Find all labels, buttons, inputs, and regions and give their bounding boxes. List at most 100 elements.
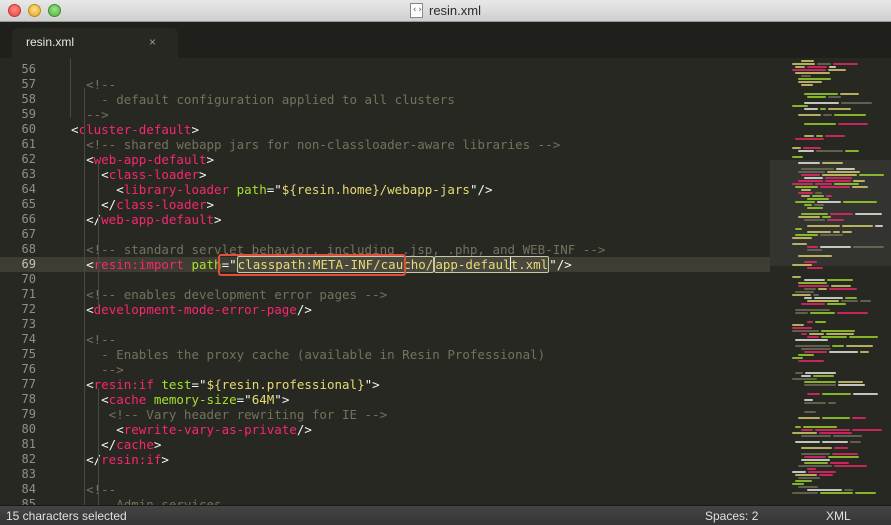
minimap-line [815, 429, 850, 431]
line-number: 71 [21, 287, 36, 301]
code-line[interactable]: <!-- [56, 77, 116, 92]
minimap-line [822, 417, 850, 419]
line-number: 68 [21, 242, 36, 256]
code-line[interactable]: <cluster-default> [56, 122, 199, 137]
minimap-line [804, 288, 816, 290]
minimap-line [849, 336, 878, 338]
minimap-line [860, 300, 871, 302]
code-line[interactable]: --> [56, 362, 124, 377]
code-token: > [206, 152, 215, 167]
minimap-line [798, 81, 822, 83]
minimap-line [827, 279, 853, 281]
code-line[interactable]: </web-app-default> [56, 212, 221, 227]
minimap-line [822, 162, 843, 164]
code-token: memory-size [153, 392, 237, 407]
minimap[interactable] [770, 58, 891, 505]
minimap-line [829, 288, 857, 290]
code-token: =" [191, 377, 207, 392]
code-token: - default configuration applied to all c… [56, 92, 455, 107]
minimap-line [798, 216, 820, 218]
code-line[interactable]: <resin:if test="${resin.professional}"> [56, 377, 380, 392]
minimap-line [801, 168, 834, 170]
line-number: 58 [21, 92, 36, 106]
minimap-line [795, 186, 818, 188]
tab-close-icon[interactable]: × [149, 35, 156, 49]
minimap-line [815, 321, 826, 323]
code-token: test [161, 377, 192, 392]
code-line[interactable]: <!-- enables development error pages --> [56, 287, 387, 302]
minimap-line [804, 402, 826, 404]
minimap-line [825, 135, 845, 137]
minimap-line [827, 303, 846, 305]
code-editor[interactable]: 56 57 <!-- 58 - default configuration appl… [0, 58, 891, 505]
minimap-line [798, 360, 824, 362]
minimap-line [821, 330, 855, 332]
syntax-status[interactable]: XML [826, 509, 851, 523]
minimap-line [807, 96, 826, 98]
code-line[interactable]: </class-loader> [56, 197, 214, 212]
minimap-line [807, 249, 822, 251]
minimap-line [795, 345, 830, 347]
minimap-line [798, 162, 820, 164]
indent-guide [84, 88, 85, 505]
minimap-line [807, 198, 829, 200]
code-token: > [153, 437, 162, 452]
code-token: --> [56, 107, 109, 122]
minimap-line [792, 378, 817, 380]
minimap-line [801, 435, 831, 437]
code-line[interactable]: <!-- shared webapp jars for non-classloa… [56, 137, 560, 152]
code-token: < [56, 422, 124, 437]
minimap-line [845, 297, 857, 299]
code-token: cache [116, 437, 154, 452]
minimap-line [795, 426, 801, 428]
text-cursor [510, 257, 511, 271]
minimap-line [792, 243, 807, 245]
code-line[interactable]: <web-app-default> [56, 152, 214, 167]
code-token: "> [364, 377, 380, 392]
minimap-line [853, 180, 865, 182]
code-token: =" [236, 392, 252, 407]
minimap-line [792, 327, 812, 329]
tab-resin-xml[interactable]: resin.xml × [12, 28, 178, 58]
minimap-line [798, 180, 823, 182]
code-token: cache [108, 392, 147, 407]
code-line[interactable]: <library-loader path="${resin.home}/weba… [56, 182, 492, 197]
code-line[interactable]: <!-- [56, 332, 116, 347]
line-number: 81 [21, 437, 36, 451]
code-token: - Enables the proxy cache (available in … [56, 347, 546, 362]
minimap-line [798, 417, 820, 419]
minimap-line [828, 108, 851, 110]
code-line[interactable]: <rewrite-vary-as-private/> [56, 422, 312, 437]
minimap-line [860, 351, 869, 353]
minimap-line [795, 201, 815, 203]
minimap-line [816, 135, 823, 137]
code-token: class-loader [116, 197, 207, 212]
line-number: 65 [21, 197, 36, 211]
line-number: 70 [21, 272, 36, 286]
minimap-line [804, 102, 839, 104]
minimap-line [798, 171, 825, 173]
code-line[interactable]: </cache> [56, 437, 161, 452]
minimap-line [827, 171, 860, 173]
code-token: web-app-default [93, 152, 207, 167]
minimap-line [827, 219, 844, 221]
code-line[interactable]: <!-- Vary header rewriting for IE --> [56, 407, 387, 422]
code-token: rewrite-vary-as-private [123, 422, 297, 437]
minimap-line [843, 201, 877, 203]
minimap-line [801, 348, 831, 350]
code-line[interactable]: <cache memory-size="64M"> [56, 392, 289, 407]
code-token: <!-- shared webapp jars for non-classloa… [56, 137, 561, 152]
minimap-line [844, 489, 853, 491]
code-line[interactable]: - Admin services [56, 497, 221, 505]
indentation-status[interactable]: Spaces: 2 [705, 509, 758, 523]
code-line[interactable]: <class-loader> [56, 167, 206, 182]
minimap-line [798, 285, 829, 287]
code-line[interactable]: </resin:if> [56, 452, 169, 467]
code-line[interactable]: - Enables the proxy cache (available in … [56, 347, 545, 362]
code-line[interactable]: <development-mode-error-page/> [56, 302, 312, 317]
code-line[interactable]: - default configuration applied to all c… [56, 92, 455, 107]
code-line[interactable]: <!-- [56, 482, 116, 497]
code-line[interactable]: --> [56, 107, 109, 122]
code-token: /> [296, 302, 312, 317]
